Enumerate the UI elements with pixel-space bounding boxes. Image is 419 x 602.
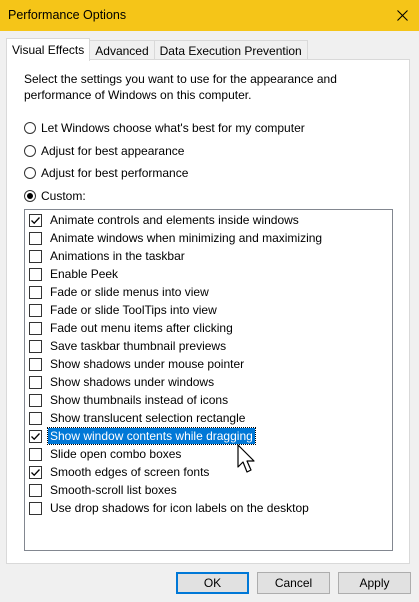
checkbox[interactable]: [29, 285, 42, 299]
list-item-label: Use drop shadows for icon labels on the …: [50, 501, 309, 515]
radio-label: Custom:: [41, 189, 86, 203]
checkbox[interactable]: [29, 501, 42, 515]
button-label: OK: [203, 576, 222, 590]
tab-label: Data Execution Prevention: [159, 44, 302, 58]
ok-button[interactable]: OK: [176, 572, 249, 594]
list-item[interactable]: Show shadows under mouse pointer: [29, 355, 246, 373]
button-label: Apply: [359, 576, 390, 590]
tab-data-execution-prevention[interactable]: Data Execution Prevention: [153, 40, 308, 61]
checkbox[interactable]: [29, 465, 42, 479]
list-item-label: Show shadows under mouse pointer: [50, 357, 245, 371]
list-item[interactable]: Enable Peek: [29, 265, 120, 283]
list-item-label: Animate windows when minimizing and maxi…: [50, 231, 323, 245]
tab-strip: Visual Effects Advanced Data Execution P…: [6, 38, 308, 61]
list-item-label: Animations in the taskbar: [50, 249, 185, 263]
checkbox[interactable]: [29, 447, 42, 461]
checkbox[interactable]: [29, 357, 42, 371]
checkbox[interactable]: [29, 321, 42, 335]
checkbox[interactable]: [29, 213, 42, 227]
list-item[interactable]: Show translucent selection rectangle: [29, 409, 247, 427]
window-title: Performance Options: [8, 8, 127, 22]
title-bar[interactable]: Performance Options: [0, 0, 419, 31]
checkbox[interactable]: [29, 249, 42, 263]
radio-button[interactable]: [24, 122, 36, 134]
checkmark-icon: [31, 468, 40, 476]
checkbox[interactable]: [29, 393, 42, 407]
checkbox[interactable]: [29, 267, 42, 281]
list-item[interactable]: Animate windows when minimizing and maxi…: [29, 229, 324, 247]
close-button[interactable]: [385, 0, 419, 31]
tab-label: Advanced: [95, 44, 149, 58]
list-item[interactable]: Animations in the taskbar: [29, 247, 187, 265]
checkbox[interactable]: [29, 339, 42, 353]
checkmark-icon: [31, 432, 40, 440]
list-item-label: Show translucent selection rectangle: [50, 411, 246, 425]
list-item-label: Fade out menu items after clicking: [50, 321, 233, 335]
checkbox[interactable]: [29, 231, 42, 245]
list-item[interactable]: Smooth-scroll list boxes: [29, 481, 179, 499]
list-item[interactable]: Fade out menu items after clicking: [29, 319, 235, 337]
radio-best-appearance[interactable]: Adjust for best appearance: [24, 142, 184, 160]
tab-label: Visual Effects: [12, 43, 85, 57]
cancel-button[interactable]: Cancel: [257, 572, 330, 594]
radio-label: Let Windows choose what's best for my co…: [41, 121, 305, 135]
list-item[interactable]: Save taskbar thumbnail previews: [29, 337, 228, 355]
mouse-pointer-icon: [237, 444, 255, 473]
visual-effects-list[interactable]: Animate controls and elements inside win…: [24, 209, 393, 551]
list-item-label: Show window contents while dragging: [47, 427, 256, 445]
list-item[interactable]: Use drop shadows for icon labels on the …: [29, 499, 311, 517]
list-item-label: Smooth edges of screen fonts: [50, 465, 210, 479]
radio-button[interactable]: [24, 145, 36, 157]
checkbox[interactable]: [29, 303, 42, 317]
list-item-label: Enable Peek: [50, 267, 119, 281]
radio-button[interactable]: [24, 167, 36, 179]
list-item-selected[interactable]: Show window contents while dragging: [29, 427, 256, 445]
tab-visual-effects[interactable]: Visual Effects: [6, 38, 91, 61]
list-item-label: Show thumbnails instead of icons: [50, 393, 229, 407]
radio-label: Adjust for best appearance: [41, 144, 185, 158]
list-item-label: Smooth-scroll list boxes: [50, 483, 177, 497]
radio-custom[interactable]: Custom:: [24, 187, 86, 205]
checkbox[interactable]: [29, 375, 42, 389]
button-label: Cancel: [274, 576, 313, 590]
list-item-label: Fade or slide ToolTips into view: [50, 303, 217, 317]
apply-button[interactable]: Apply: [338, 572, 411, 594]
list-item[interactable]: Show shadows under windows: [29, 373, 216, 391]
list-item[interactable]: Slide open combo boxes: [29, 445, 183, 463]
list-item-label: Slide open combo boxes: [50, 447, 182, 461]
checkmark-icon: [31, 216, 40, 224]
description-text: Select the settings you want to use for …: [24, 72, 337, 102]
radio-button-selected[interactable]: [24, 190, 36, 202]
visual-effects-panel: Select the settings you want to use for …: [6, 59, 410, 564]
checkbox[interactable]: [29, 411, 42, 425]
performance-options-dialog: Performance Options Visual Effects Advan…: [0, 0, 419, 602]
list-item[interactable]: Show thumbnails instead of icons: [29, 391, 230, 409]
radio-let-windows-choose[interactable]: Let Windows choose what's best for my co…: [24, 119, 305, 137]
list-item[interactable]: Fade or slide menus into view: [29, 283, 211, 301]
list-item[interactable]: Smooth edges of screen fonts: [29, 463, 211, 481]
tab-advanced[interactable]: Advanced: [89, 40, 155, 61]
radio-label: Adjust for best performance: [41, 166, 189, 180]
list-item-label: Animate controls and elements inside win…: [50, 213, 299, 227]
list-item-label: Show shadows under windows: [50, 375, 215, 389]
checkbox[interactable]: [29, 429, 42, 443]
list-item-label: Save taskbar thumbnail previews: [50, 339, 227, 353]
close-icon: [396, 10, 408, 21]
list-item[interactable]: Animate controls and elements inside win…: [29, 211, 301, 229]
list-item[interactable]: Fade or slide ToolTips into view: [29, 301, 219, 319]
checkbox[interactable]: [29, 483, 42, 497]
radio-best-performance[interactable]: Adjust for best performance: [24, 164, 188, 182]
list-item-label: Fade or slide menus into view: [50, 285, 209, 299]
